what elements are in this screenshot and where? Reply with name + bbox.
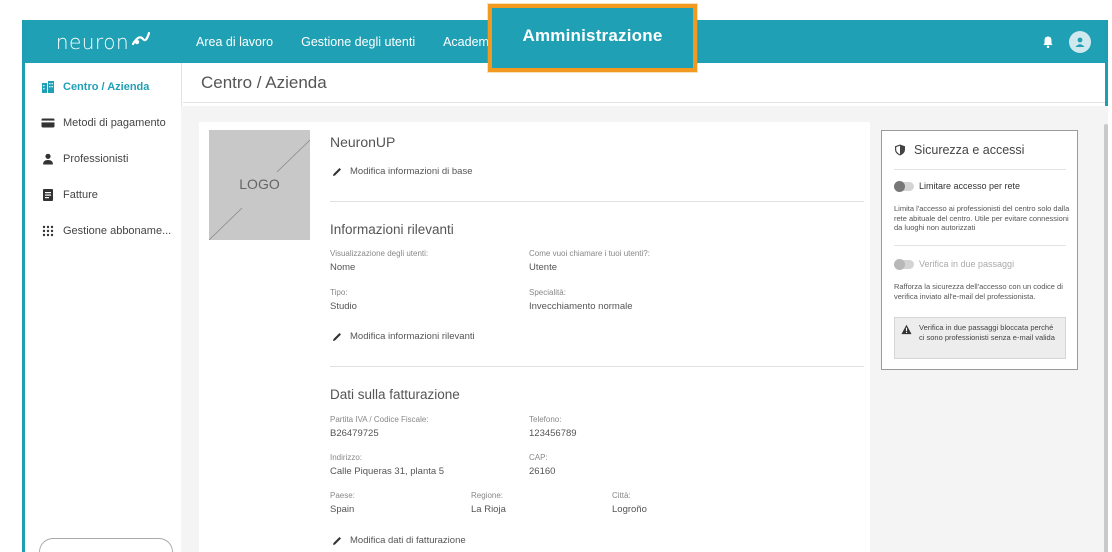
field-regione: Regione: La Rioja <box>471 491 506 515</box>
sidebar-item-label: Fatture <box>63 189 98 201</box>
brand-name: neuron <box>55 29 130 54</box>
field-specialita: Specialità: Invecchiamento normale <box>529 288 633 312</box>
edit-basic-info-link[interactable]: Modifica informazioni di base <box>332 166 473 177</box>
topbar-actions <box>1041 30 1105 53</box>
field-label: Telefono: <box>529 415 562 424</box>
field-label: Come vuoi chiamare i tuoi utenti?: <box>529 249 650 258</box>
field-label: Specialità: <box>529 288 566 297</box>
building-icon <box>42 81 54 93</box>
sidebar-item-metodi-pagamento[interactable]: Metodi di pagamento <box>25 105 181 141</box>
sidebar-item-gestione-abbonamento[interactable]: Gestione abboname... <box>25 213 181 249</box>
sidebar-item-fatture[interactable]: Fatture <box>25 177 181 213</box>
field-label: CAP: <box>529 453 548 462</box>
sidebar-item-professionisti[interactable]: Professionisti <box>25 141 181 177</box>
sidebar-item-label: Professionisti <box>63 153 129 165</box>
field-telefono: Telefono: 123456789 <box>529 415 577 439</box>
relevant-info-title: Informazioni rilevanti <box>330 222 454 237</box>
field-label: Visualizzazione degli utenti: <box>330 249 429 258</box>
field-tipo: Tipo: Studio <box>330 288 357 312</box>
field-label: Città: <box>612 491 631 500</box>
field-value: B26479725 <box>330 428 379 439</box>
edit-relevant-info-link[interactable]: Modifica informazioni rilevanti <box>332 331 475 342</box>
field-label: Indirizzo: <box>330 453 363 462</box>
nav-amministrazione[interactable]: Amministrazione <box>488 4 697 72</box>
two-step-label: Verifica in due passaggi <box>919 259 1015 269</box>
field-value: 26160 <box>529 466 556 477</box>
field-label: Tipo: <box>330 288 348 297</box>
nav-gestione-utenti[interactable]: Gestione degli utenti <box>287 20 429 63</box>
divider <box>894 245 1066 246</box>
two-step-description: Rafforza la sicurezza dell'accesso con u… <box>894 282 1063 301</box>
field-label: Paese: <box>330 491 355 500</box>
person-icon <box>43 153 53 165</box>
security-title-label: Sicurezza e accessi <box>914 143 1025 157</box>
field-come-chiamare: Come vuoi chiamare i tuoi utenti?: Utent… <box>529 249 650 273</box>
network-restriction-toggle[interactable] <box>894 180 914 192</box>
shield-icon <box>895 144 905 156</box>
sidebar-item-label: Gestione abboname... <box>63 225 172 237</box>
network-restriction-description: Limita l'accesso ai professionisti del c… <box>894 204 1070 232</box>
field-value: 123456789 <box>529 428 577 439</box>
nav-area-di-lavoro[interactable]: Area di lavoro <box>182 20 287 63</box>
sidebar: Centro / Azienda Metodi di pagamento Pro… <box>25 63 182 552</box>
field-cap: CAP: 26160 <box>529 453 555 477</box>
main-nav: Area di lavoro Gestione degli utenti Aca… <box>182 20 509 63</box>
user-icon <box>1075 37 1085 47</box>
field-indirizzo: Indirizzo: Calle Piqueras 31, planta 5 <box>330 453 444 477</box>
credit-card-icon <box>41 118 55 128</box>
sidebar-item-label: Metodi di pagamento <box>63 117 166 129</box>
edit-relevant-info-label: Modifica informazioni rilevanti <box>350 331 475 342</box>
bell-icon[interactable] <box>1041 35 1055 49</box>
warning-icon <box>901 324 912 335</box>
network-restriction-row[interactable]: Limitare accesso per rete <box>894 180 1021 192</box>
field-label: Partita IVA / Codice Fiscale: <box>330 415 429 424</box>
sidebar-item-label: Centro / Azienda <box>63 81 150 93</box>
sidebar-item-centro-azienda[interactable]: Centro / Azienda <box>25 69 181 105</box>
sidebar-bottom-button[interactable] <box>39 538 173 552</box>
divider <box>330 366 864 367</box>
edit-basic-info-label: Modifica informazioni di base <box>350 166 473 177</box>
pencil-icon <box>333 536 341 545</box>
field-value: Studio <box>330 301 357 312</box>
company-name: NeuronUP <box>330 134 396 150</box>
brand-logo[interactable]: neuron <box>25 20 182 63</box>
pencil-icon <box>333 332 341 341</box>
neuron-logo-icon <box>132 31 151 45</box>
field-value: Calle Piqueras 31, planta 5 <box>330 466 445 477</box>
edit-billing-link[interactable]: Modifica dati di fatturazione <box>332 535 466 546</box>
field-value: Invecchiamento normale <box>529 301 633 312</box>
network-restriction-label: Limitare accesso per rete <box>919 181 1021 191</box>
field-label: Regione: <box>471 491 504 500</box>
billing-title: Dati sulla fatturazione <box>330 387 460 402</box>
grid-dots-icon <box>42 225 54 237</box>
logo-label: LOGO <box>239 176 280 192</box>
field-value: La Rioja <box>471 504 506 515</box>
field-value: Utente <box>529 262 557 273</box>
field-visualizzazione: Visualizzazione degli utenti: Nome <box>330 249 428 273</box>
invoice-icon <box>43 189 53 201</box>
pencil-icon <box>333 167 341 176</box>
two-step-warning: Verifica in due passaggi bloccata perché… <box>894 317 1066 359</box>
company-logo-placeholder[interactable]: LOGO <box>209 130 310 240</box>
user-avatar[interactable] <box>1069 30 1091 53</box>
field-value: Spain <box>330 504 355 515</box>
security-panel: Sicurezza e accessi Limitare accesso per… <box>881 130 1078 370</box>
divider <box>330 201 864 202</box>
security-title: Sicurezza e accessi <box>894 143 1024 157</box>
scrollbar[interactable] <box>1102 106 1108 552</box>
field-paese: Paese: Spain <box>330 491 355 515</box>
field-value: Nome <box>330 262 356 273</box>
company-card: LOGO NeuronUP Modifica informazioni di b… <box>199 122 870 552</box>
edit-billing-label: Modifica dati di fatturazione <box>350 535 466 546</box>
field-partita-iva: Partita IVA / Codice Fiscale: B26479725 <box>330 415 429 439</box>
divider <box>894 169 1066 170</box>
nav-amministrazione-label: Amministrazione <box>522 26 663 45</box>
two-step-toggle <box>894 258 914 270</box>
two-step-warning-text: Verifica in due passaggi bloccata perché… <box>919 323 1055 342</box>
two-step-row: Verifica in due passaggi <box>894 258 1015 270</box>
field-value: Logroño <box>612 504 647 515</box>
field-citta: Città: Logroño <box>612 491 647 515</box>
